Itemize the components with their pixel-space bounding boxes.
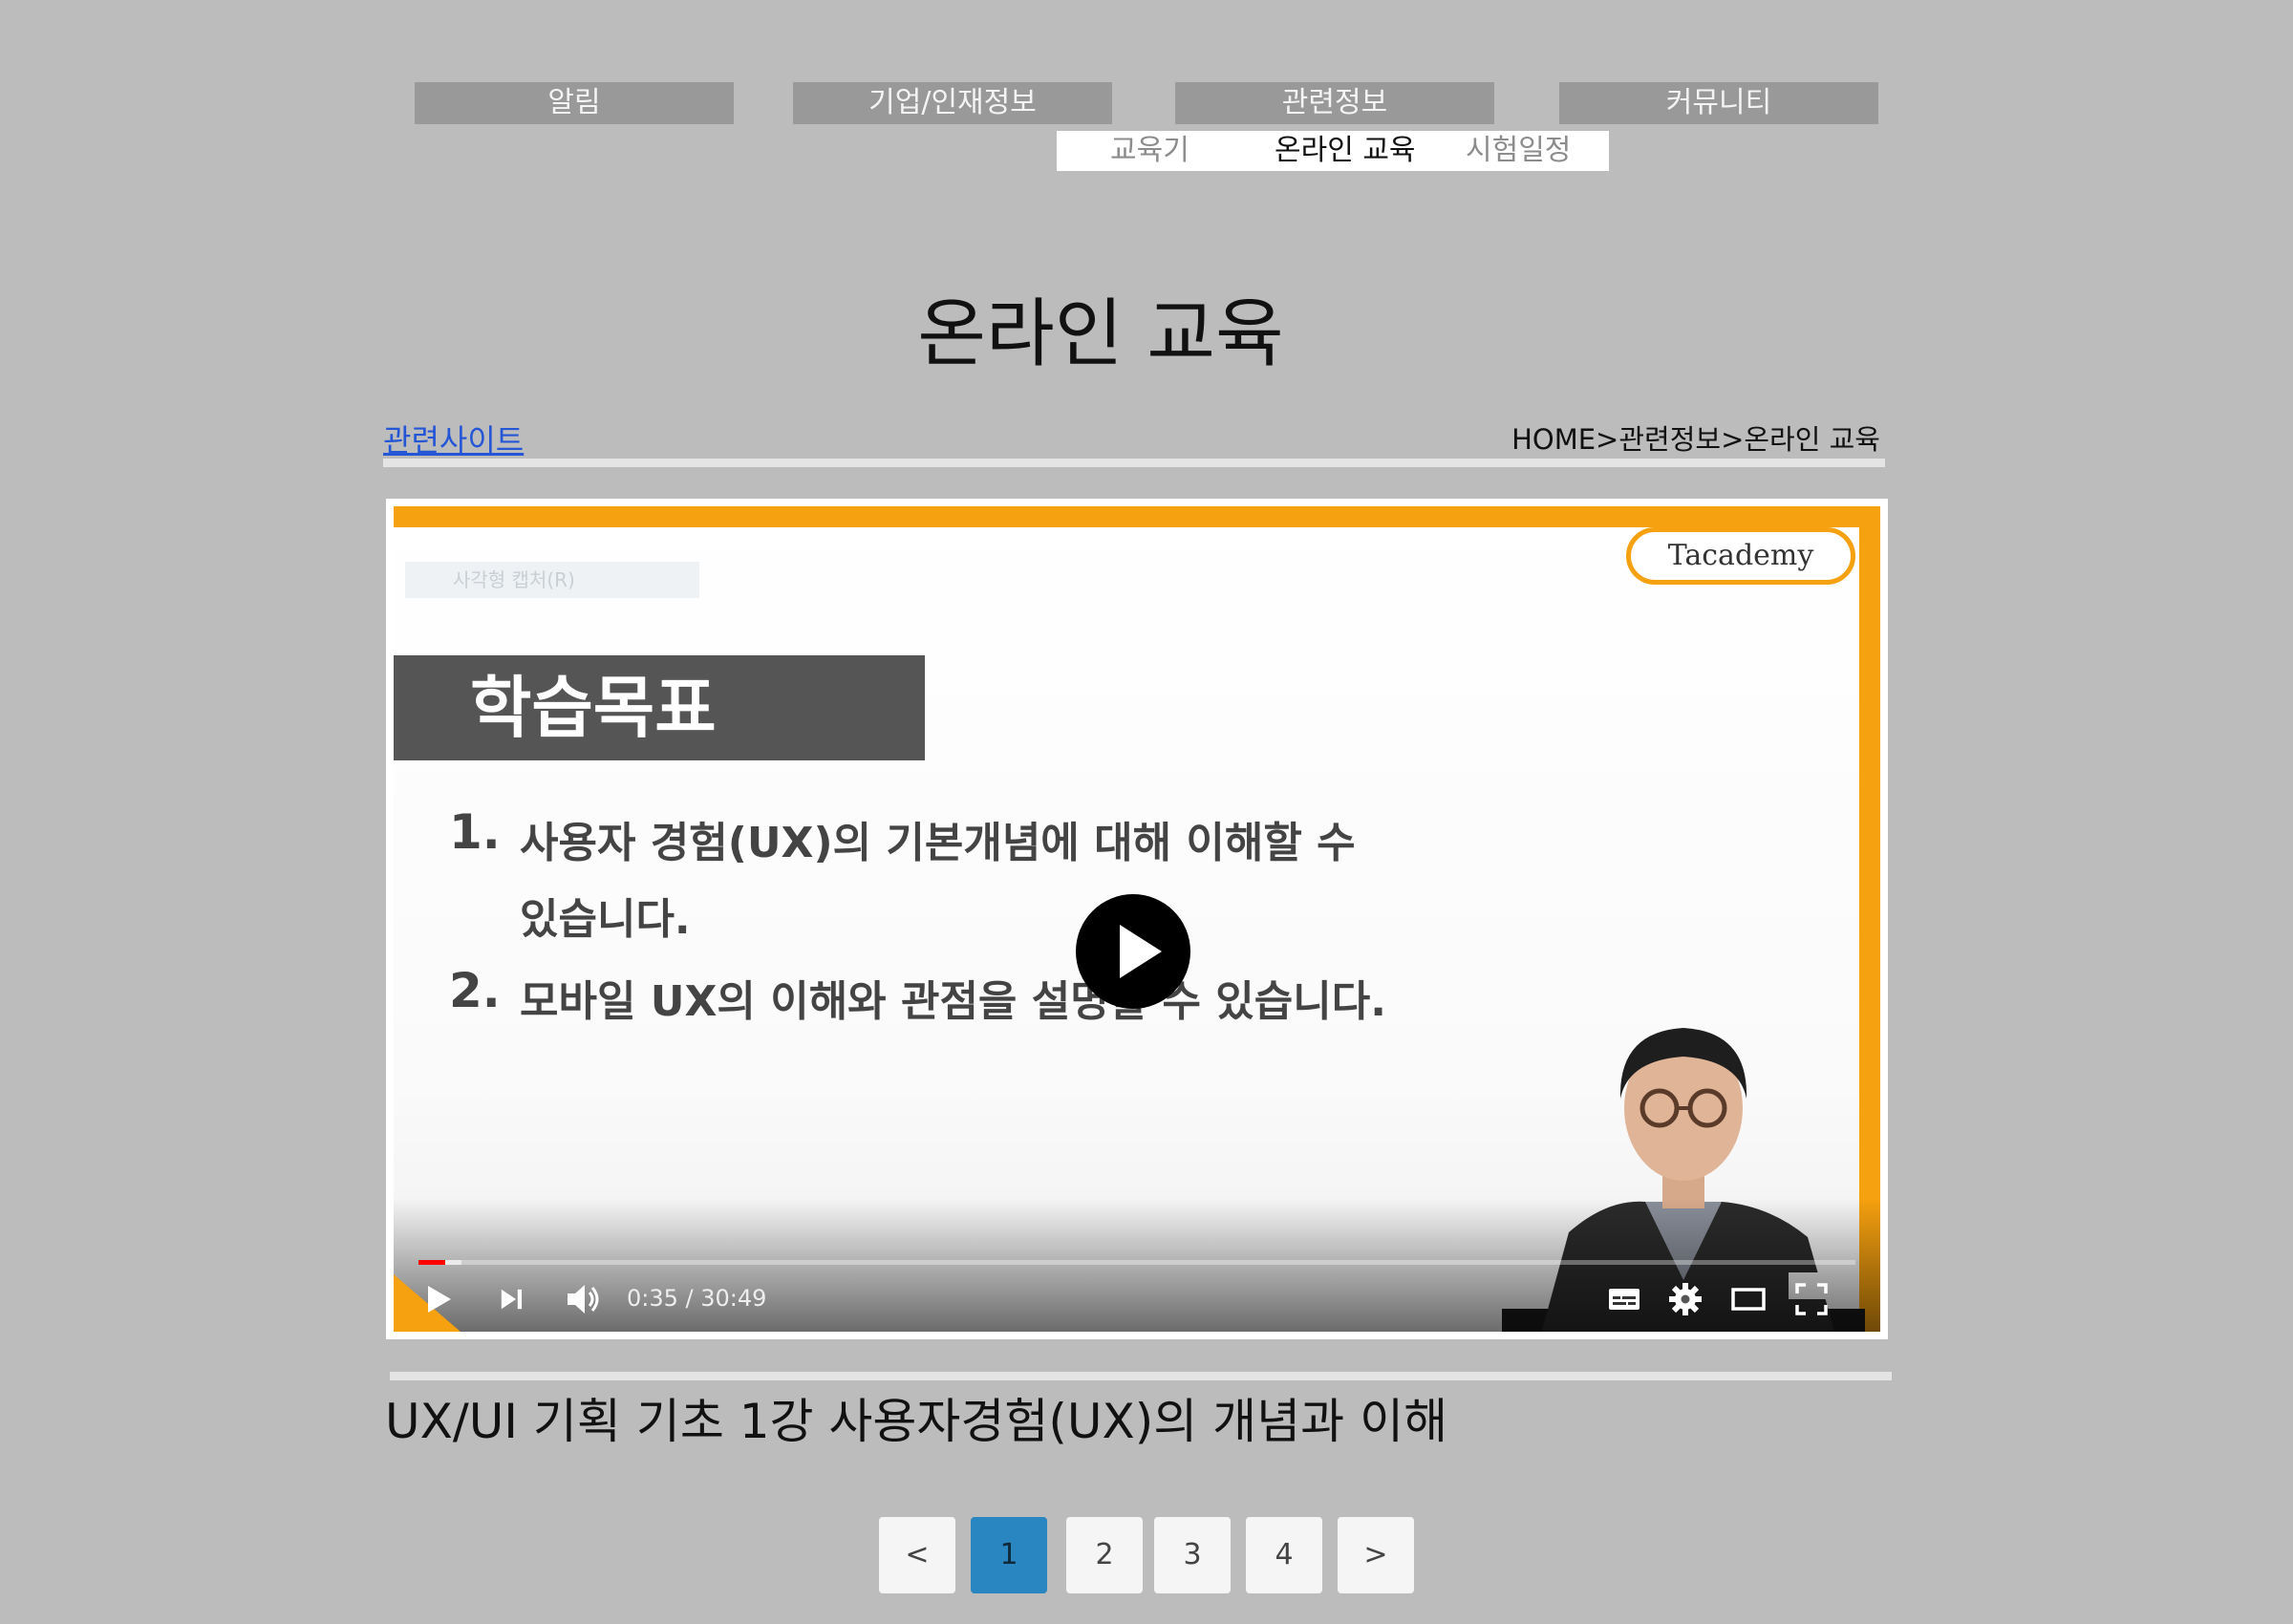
theater-mode-icon[interactable] <box>1729 1280 1768 1318</box>
subtitles-icon[interactable] <box>1605 1280 1643 1318</box>
video-title: UX/UI 기획 기초 1강 사용자경험(UX)의 개념과 이해 <box>385 1394 1448 1449</box>
progress-played <box>418 1260 446 1265</box>
nav-item-company-info[interactable]: 기업/인재정보 <box>793 82 1112 124</box>
goal-text: 사용자 경험(UX)의 기본개념에 대해 이해할 수 <box>520 819 1356 867</box>
progress-bar[interactable] <box>418 1260 1855 1265</box>
next-icon[interactable] <box>495 1280 527 1318</box>
pagination-page-1[interactable]: 1 <box>971 1517 1047 1593</box>
controls-gradient <box>394 1198 1880 1332</box>
pagination-prev-button[interactable]: < <box>879 1517 955 1593</box>
nav-item-notice[interactable]: 알림 <box>415 82 734 124</box>
play-overlay-button[interactable] <box>1076 894 1190 1009</box>
play-icon <box>1120 925 1162 978</box>
tacademy-logo-text: Tacademy <box>1667 539 1814 572</box>
time-display: 0:35 / 30:49 <box>627 1285 767 1312</box>
submenu-item-online-education[interactable]: 온라인 교육 <box>1275 131 1416 171</box>
pagination-page-2[interactable]: 2 <box>1066 1517 1143 1593</box>
header-divider <box>383 459 1885 467</box>
play-icon[interactable] <box>418 1280 457 1318</box>
settings-gear-icon[interactable] <box>1666 1280 1704 1318</box>
goal-number: 2. <box>449 963 501 1018</box>
video-player[interactable]: Tacademy 사각형 캡처(R) 학습목표 1. 사용자 경험(UX)의 기… <box>386 499 1888 1339</box>
slide-top-bar <box>394 506 1880 527</box>
goal-text: 모바일 UX의 이해와 관점을 설명할 수 있습니다. <box>520 977 1386 1026</box>
goal-number: 1. <box>449 804 501 860</box>
nav-item-related-info[interactable]: 관련정보 <box>1175 82 1494 124</box>
video-frame: Tacademy 사각형 캡처(R) 학습목표 1. 사용자 경험(UX)의 기… <box>394 506 1880 1332</box>
breadcrumb: HOME>관련정보>온라인 교육 <box>1511 423 1880 456</box>
pagination-page-3[interactable]: 3 <box>1154 1517 1231 1593</box>
pagination-page-4[interactable]: 4 <box>1246 1517 1322 1593</box>
nav-item-community[interactable]: 커뮤니티 <box>1559 82 1878 124</box>
slide-heading: 학습목표 <box>394 655 925 760</box>
fullscreen-icon[interactable] <box>1792 1280 1831 1318</box>
submenu-item-education[interactable]: 교육기 <box>1110 131 1189 171</box>
goal-text: 있습니다. <box>520 895 691 944</box>
volume-icon[interactable] <box>564 1280 602 1318</box>
video-divider <box>390 1372 1892 1380</box>
page-title: 온라인 교육 <box>917 291 1284 377</box>
pagination-next-button[interactable]: > <box>1338 1517 1414 1593</box>
related-sites-link[interactable]: 관련사이트 <box>383 417 524 460</box>
submenu-item-exam-schedule[interactable]: 시험일정 <box>1466 131 1571 171</box>
faded-capture-chip: 사각형 캡처(R) <box>405 562 699 598</box>
submenu-related-info: 교육기 온라인 교육 시험일정 <box>1057 131 1609 171</box>
tacademy-logo: Tacademy <box>1626 527 1855 585</box>
